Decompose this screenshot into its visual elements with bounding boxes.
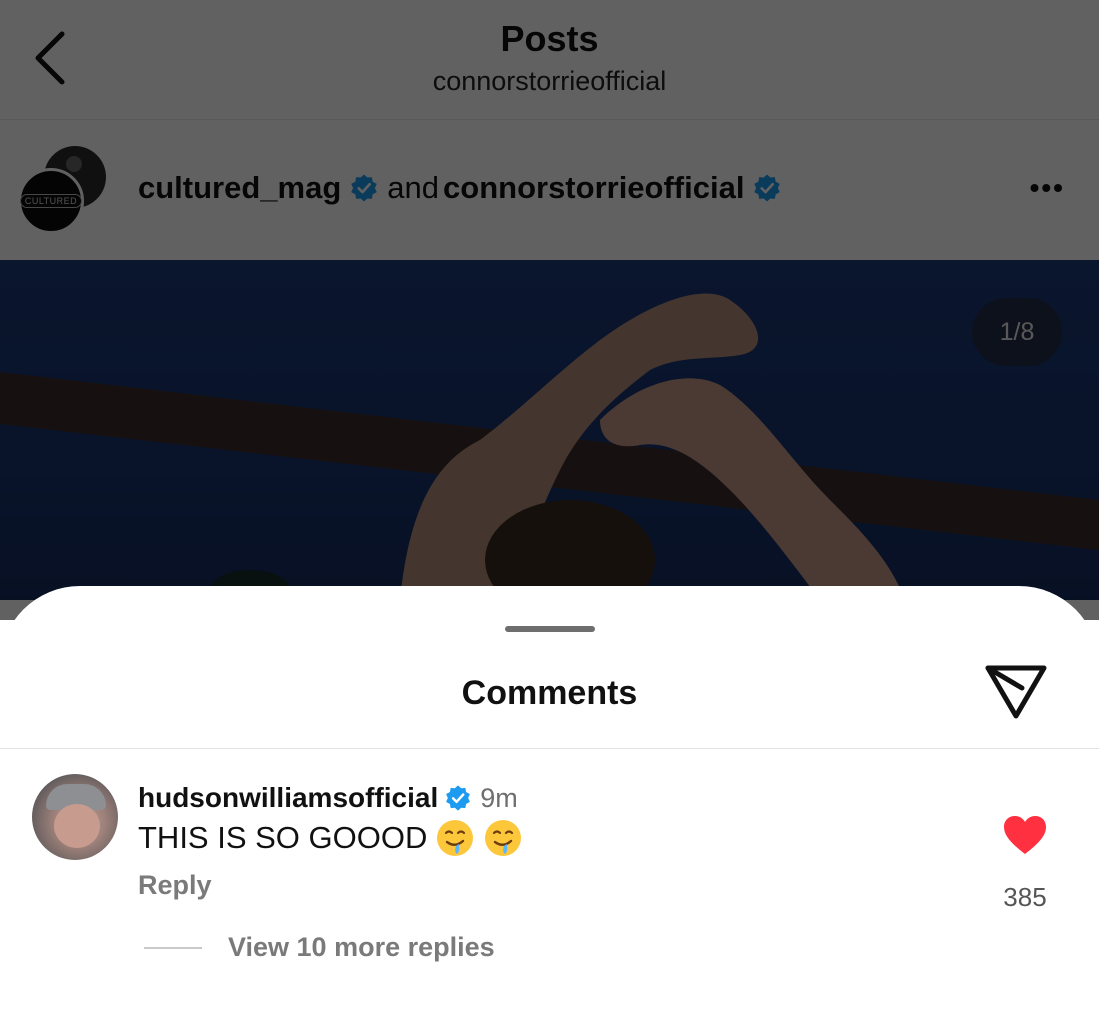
post-header: CULTURED cultured_mag and connorstorrieo… xyxy=(0,120,1099,260)
image-counter: 1/8 xyxy=(972,298,1062,366)
like-button[interactable] xyxy=(1002,814,1048,856)
post-photo-art xyxy=(0,293,1099,600)
replies-indent-line xyxy=(144,946,202,949)
post-authors: cultured_mag and connorstorrieofficial xyxy=(138,170,782,206)
comment-body: THIS IS SO GOOOD xyxy=(138,818,523,858)
post-image[interactable] xyxy=(0,260,1099,600)
title-block: Posts connorstorrieofficial xyxy=(0,18,1099,97)
sheet-divider xyxy=(0,748,1099,749)
share-button[interactable] xyxy=(982,658,1050,722)
heart-filled-icon xyxy=(1004,816,1046,854)
author-secondary-link[interactable]: connorstorrieofficial xyxy=(443,170,744,206)
comments-title: Comments xyxy=(461,674,638,712)
view-replies-label: View 10 more replies xyxy=(228,932,495,962)
like-count: 385 xyxy=(1003,882,1047,912)
top-bar: Posts connorstorrieofficial xyxy=(0,0,1099,120)
collab-avatars[interactable]: CULTURED xyxy=(18,146,108,236)
commenter-username[interactable]: hudsonwilliamsofficial xyxy=(138,782,438,814)
verified-badge-icon xyxy=(351,174,378,202)
comment-item: hudsonwilliamsofficial 9m THIS IS SO GOO… xyxy=(0,772,1099,992)
drooling-face-emoji-icon xyxy=(437,820,474,856)
avatar-primary: CULTURED xyxy=(18,168,84,234)
page-subtitle: connorstorrieofficial xyxy=(432,66,667,96)
comments-sheet: Comments hudsonwilliamsofficial 9m THIS … xyxy=(0,586,1099,1020)
send-icon xyxy=(985,665,1047,719)
more-horizontal-icon: ••• xyxy=(1029,172,1065,203)
more-options-button[interactable]: ••• xyxy=(1030,174,1065,202)
verified-badge-icon xyxy=(446,785,471,811)
drooling-face-emoji-icon xyxy=(485,820,522,856)
view-more-replies-button[interactable]: View 10 more replies xyxy=(144,932,495,963)
avatar-face-shape xyxy=(54,804,100,848)
avatar-logo-text: CULTURED xyxy=(19,194,83,208)
reply-button[interactable]: Reply xyxy=(138,870,212,901)
screen: Posts connorstorrieofficial CULTURED cul… xyxy=(0,0,1099,1020)
page-title: Posts xyxy=(500,18,599,59)
author-primary-link[interactable]: cultured_mag xyxy=(138,170,341,206)
commenter-avatar[interactable] xyxy=(32,774,118,860)
verified-badge-icon xyxy=(754,174,781,202)
comment-meta: hudsonwilliamsofficial 9m xyxy=(138,782,518,814)
authors-joiner: and xyxy=(387,170,440,205)
sheet-drag-handle[interactable] xyxy=(505,626,595,632)
comment-text: THIS IS SO GOOOD xyxy=(138,820,428,855)
comment-timestamp: 9m xyxy=(480,782,518,813)
